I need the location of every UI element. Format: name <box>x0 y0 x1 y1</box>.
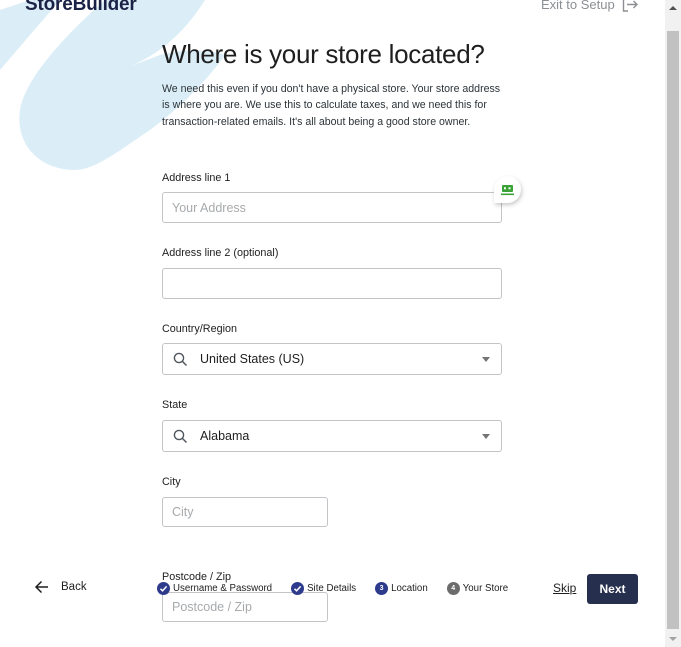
city-input[interactable] <box>162 497 328 527</box>
state-select[interactable]: Alabama <box>162 420 502 452</box>
city-label: City <box>162 476 181 488</box>
password-manager-icon <box>501 184 514 195</box>
checkmark-icon <box>291 582 305 595</box>
city-field: City <box>162 476 328 527</box>
page-viewport: StoreBuilder Exit to Setup Where is your… <box>0 0 665 647</box>
scrollbar-thumb[interactable] <box>667 31 679 629</box>
postcode-input[interactable] <box>162 592 328 622</box>
checkmark-icon <box>157 582 170 595</box>
arrow-left-icon <box>34 580 48 594</box>
step-location: 3 Location <box>375 582 428 595</box>
country-region-label: Country/Region <box>162 323 238 335</box>
step-number-badge: 3 <box>375 582 389 595</box>
brand-logo: StoreBuilder <box>25 0 137 15</box>
exit-to-setup-label: Exit to Setup <box>541 0 615 12</box>
step-site-details: Site Details <box>291 582 356 595</box>
address-line-2-input[interactable] <box>162 268 502 299</box>
address-line-1-label: Address line 1 <box>162 172 231 184</box>
step-username-password: Username & Password <box>157 582 272 595</box>
state-field: State Alabama <box>162 399 502 452</box>
page-title: Where is your store located? <box>162 39 485 69</box>
step-label: Site Details <box>307 583 357 594</box>
page-header: Where is your store located? We need thi… <box>162 38 502 130</box>
vertical-scrollbar[interactable] <box>665 0 681 647</box>
country-region-select[interactable]: United States (US) <box>162 343 502 375</box>
exit-to-setup-link[interactable]: Exit to Setup <box>541 0 639 12</box>
country-region-value: United States (US) <box>200 352 305 366</box>
caret-up-icon <box>669 6 677 10</box>
search-icon <box>173 352 188 366</box>
step-label: Your Store <box>462 583 509 594</box>
caret-down-icon <box>482 434 490 439</box>
password-manager-button[interactable] <box>494 176 521 203</box>
state-value: Alabama <box>200 429 250 443</box>
step-your-store: 4 Your Store <box>446 582 509 595</box>
caret-down-icon <box>482 357 490 362</box>
back-label: Back <box>61 581 87 593</box>
address-line-1-field: Address line 1 <box>162 172 502 223</box>
step-label: Username & Password <box>173 583 273 594</box>
caret-down-icon <box>669 637 677 641</box>
address-line-2-field: Address line 2 (optional) <box>162 247 502 299</box>
address-line-1-input[interactable] <box>162 192 502 223</box>
step-number-badge: 4 <box>446 582 460 595</box>
skip-link[interactable]: Skip <box>553 581 576 595</box>
page-intro-text: We need this even if you don't have a ph… <box>162 83 501 128</box>
back-button[interactable]: Back <box>34 580 87 594</box>
next-button[interactable]: Next <box>587 574 638 604</box>
country-region-field: Country/Region United States (US) <box>162 323 502 375</box>
state-label: State <box>162 399 188 411</box>
scroll-down-button[interactable] <box>665 631 681 647</box>
setup-stepper: Username & Password Site Details 3 Locat… <box>157 581 527 596</box>
address-line-2-label: Address line 2 (optional) <box>162 247 279 259</box>
scroll-up-button[interactable] <box>665 0 681 16</box>
postcode-field: Postcode / Zip <box>162 571 328 622</box>
exit-arrow-icon <box>622 0 638 12</box>
step-label: Location <box>391 583 428 594</box>
search-icon <box>173 429 188 443</box>
